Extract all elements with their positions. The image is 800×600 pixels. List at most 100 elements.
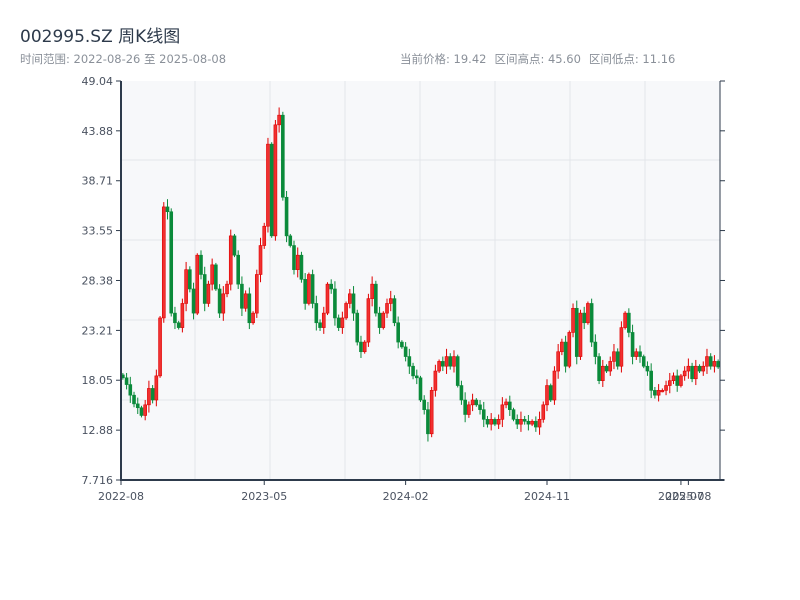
candle-down (403, 346, 408, 357)
candle-up (519, 419, 523, 425)
candle-down (232, 235, 237, 256)
candle-up (266, 143, 270, 227)
candle-down (359, 341, 363, 353)
candle-down (697, 365, 702, 372)
candle-up (634, 351, 639, 357)
candle-down (653, 390, 657, 396)
candle-up (489, 419, 493, 425)
candle-down (333, 288, 337, 319)
candle-up (671, 375, 676, 382)
candle-up (362, 341, 367, 353)
candle-up (560, 341, 564, 353)
candle-up (254, 274, 259, 314)
candle-up (381, 312, 386, 328)
candle-up (712, 361, 717, 367)
candle-up (467, 404, 471, 415)
candle-up (210, 264, 214, 285)
candle-down (597, 356, 601, 382)
candle-up (295, 254, 300, 270)
candle-down (139, 407, 144, 416)
candle-down (526, 420, 531, 425)
candle-up (552, 370, 557, 401)
candle-down (292, 245, 296, 270)
candle-up (705, 356, 709, 367)
candle-up (623, 312, 627, 328)
candle-down (478, 404, 482, 410)
candle-down (318, 322, 322, 328)
candle-down (351, 293, 356, 314)
candle-down (150, 388, 155, 401)
y-tick-label: 23.21 (82, 324, 114, 337)
candle-down (441, 361, 445, 367)
candle-down (548, 385, 553, 401)
candle-down (426, 409, 430, 435)
candle-up (180, 303, 185, 328)
candle-up (556, 351, 560, 372)
candle-down (169, 211, 174, 314)
candle-down (374, 283, 378, 314)
candle-up (143, 404, 147, 416)
candle-down (589, 303, 594, 343)
candle-up (366, 298, 371, 343)
candle-down (534, 420, 538, 428)
candle-down (314, 303, 319, 324)
candle-down (284, 196, 289, 237)
candle-down (522, 419, 527, 422)
candle-down (638, 351, 642, 357)
candle-down (135, 403, 140, 409)
candle-down (511, 409, 516, 420)
candle-up (348, 293, 352, 304)
candle-up (321, 312, 326, 328)
candle-up (444, 356, 449, 367)
candle-down (269, 143, 274, 237)
candle-down (240, 283, 244, 309)
candle-down (582, 312, 587, 324)
candle-down (191, 288, 196, 314)
x-tick-label: 2025-08 (665, 490, 711, 503)
candle-down (563, 341, 568, 367)
y-tick-label: 12.88 (82, 424, 114, 437)
candle-down (630, 332, 635, 357)
candle-down (392, 298, 397, 324)
candle-down (422, 399, 427, 410)
candle-down (165, 206, 170, 213)
candle-up (437, 361, 441, 372)
candle-down (675, 375, 680, 386)
candle-down (481, 409, 486, 420)
candle-down (641, 356, 646, 367)
candle-up (612, 351, 616, 362)
candle-down (645, 365, 650, 372)
candle-up (225, 283, 229, 295)
candle-up (664, 385, 668, 391)
candle-up (273, 124, 278, 237)
candle-down (377, 312, 382, 328)
candle-up (660, 390, 665, 393)
candle-up (262, 225, 267, 246)
candle-down (448, 356, 453, 367)
candle-down (128, 384, 133, 396)
candle-up (206, 283, 211, 304)
y-tick-label: 7.716 (82, 474, 114, 487)
candle-up (221, 293, 226, 314)
candle-down (418, 377, 423, 401)
y-tick-label: 28.38 (82, 274, 114, 287)
candle-down (214, 264, 218, 290)
candle-up (277, 114, 281, 126)
candle-down (455, 356, 460, 386)
candle-down (188, 269, 192, 290)
candle-down (474, 399, 479, 406)
candle-down (355, 312, 360, 343)
candle-up (158, 317, 162, 377)
candle-up (686, 365, 691, 372)
candle-down (493, 419, 497, 425)
candle-up (388, 298, 393, 304)
candle-down (604, 365, 609, 372)
candle-up (161, 206, 166, 319)
candle-down (507, 401, 512, 410)
candle-up (370, 283, 374, 299)
candle-up (537, 419, 542, 428)
candle-down (329, 283, 334, 290)
candle-down (690, 365, 694, 380)
candle-down (708, 356, 713, 367)
candle-down (396, 322, 400, 343)
